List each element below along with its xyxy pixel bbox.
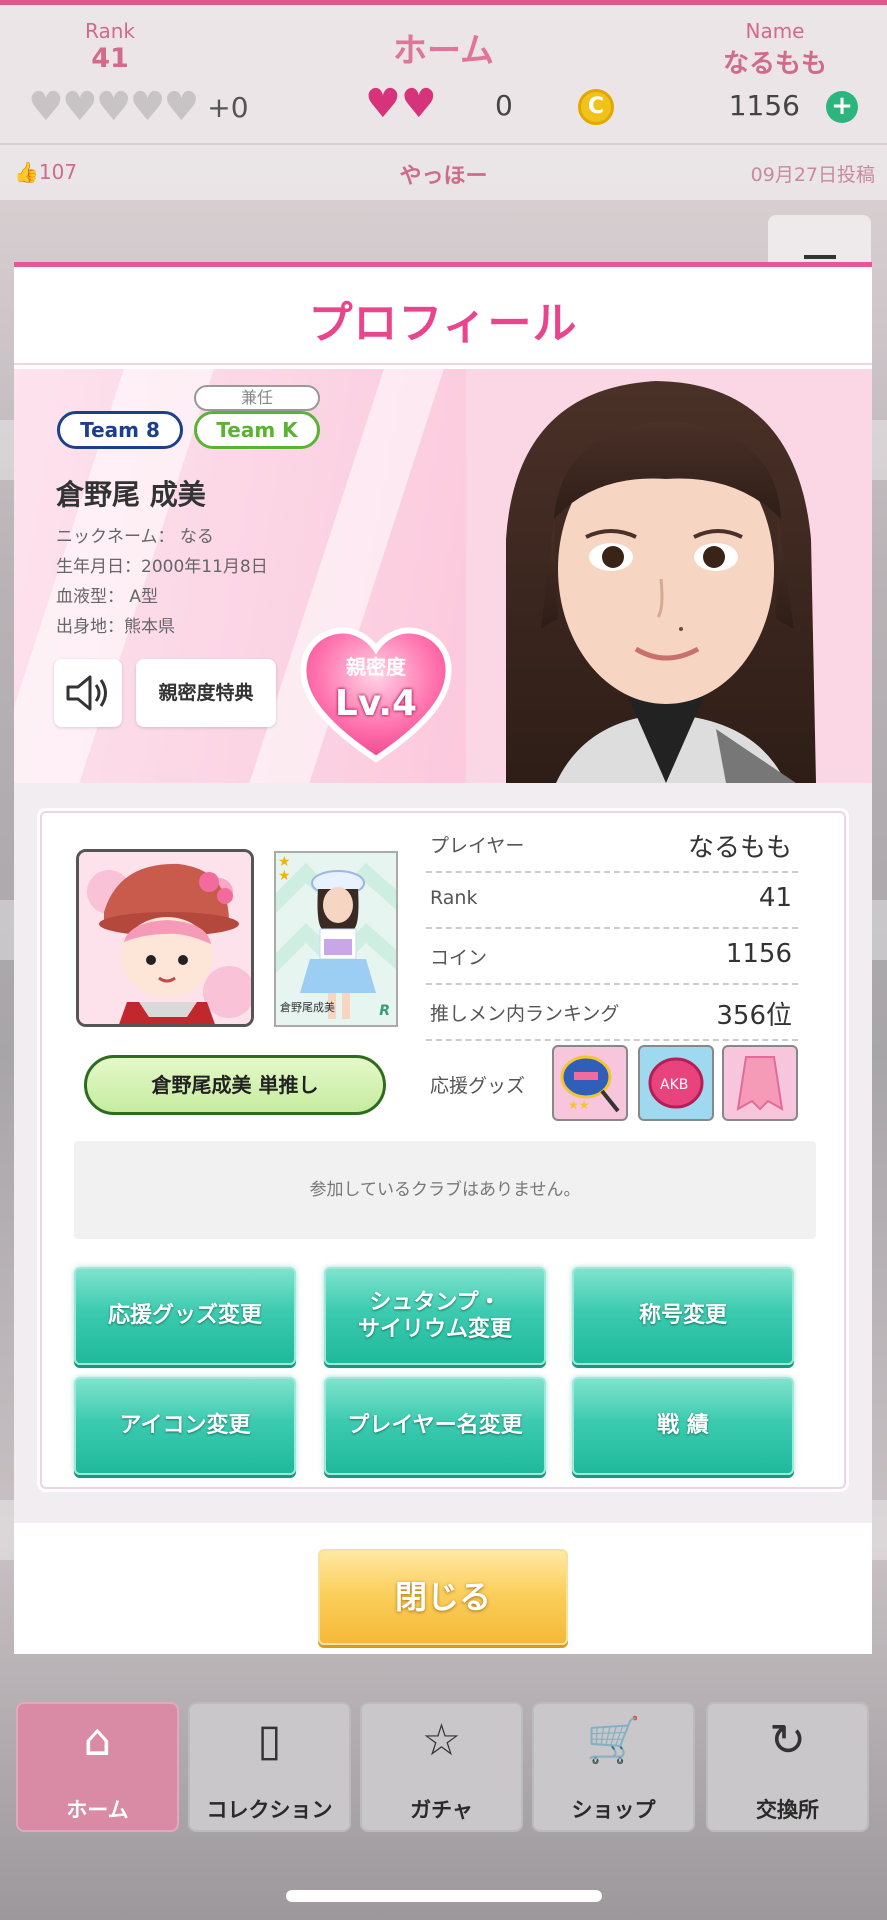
heart-stamina: ♥ ♥ ♥ ♥ ♥ +0 [28, 87, 249, 127]
support-goods-label: 応援グッズ [430, 1075, 526, 1097]
badge-icon: AKB [648, 1057, 704, 1109]
member-birthplace: 出身地：熊本県 [56, 617, 175, 637]
love-count: 0 [495, 89, 513, 122]
change-goods-button[interactable]: 応援グッズ変更 [74, 1267, 296, 1365]
nav-label: ショップ [571, 1798, 656, 1822]
cart-icon: 🛒 [586, 1715, 641, 1766]
team-badge-concurrent: Team K [194, 411, 320, 449]
nav-label: コレクション [206, 1798, 333, 1822]
change-player-name-button[interactable]: プレイヤー名変更 [324, 1377, 546, 1475]
support-goods-uchiwa: ★★ [552, 1045, 628, 1121]
title-divider [14, 363, 872, 365]
intimacy-level: Lv.4 [334, 683, 418, 724]
towel-icon [736, 1056, 784, 1111]
stat-row-oshi-ranking: 推しメン内ランキング 356位 [426, 987, 798, 1041]
notebook-icon: ▯ [257, 1715, 282, 1766]
player-section: ★ ★ 倉野尾成美 R 倉野尾成美 単推し プレイヤー なるもも Rank 41 … [14, 783, 872, 1523]
uchiwa-icon: ★★ [560, 1055, 620, 1113]
svg-text:AKB: AKB [660, 1077, 688, 1093]
nav-shop[interactable]: 🛒 ショップ [532, 1702, 695, 1832]
name-display: Name なるもも [700, 19, 850, 80]
name-value: なるもも [722, 49, 827, 79]
support-goods-badge: AKB [638, 1045, 714, 1121]
battle-record-button[interactable]: 戦 績 [572, 1377, 794, 1475]
stat-value: なるもも [687, 833, 792, 863]
bottom-nav: ⌂ ホーム ▯ コレクション ☆ ガチャ 🛒 ショップ ↻ 交換所 [0, 1690, 887, 1850]
speaker-icon [66, 675, 107, 711]
heart-icon: ♥ [129, 84, 166, 130]
team-badge-main: Team 8 [57, 411, 183, 449]
intimacy-level-badge: 親密度 Lv.4 [296, 619, 456, 769]
stat-key: Rank [430, 887, 478, 909]
member-blood-type: 血液型： A型 [56, 587, 159, 607]
name-label: Name [745, 19, 805, 43]
star-card-icon: ☆ [421, 1715, 462, 1766]
home-indicator[interactable] [286, 1890, 602, 1902]
close-button[interactable]: 閉じる [318, 1549, 568, 1645]
stat-key: プレイヤー [430, 835, 525, 857]
exchange-icon: ↻ [769, 1715, 806, 1766]
oshi-member-card[interactable]: ★ ★ 倉野尾成美 R [274, 851, 398, 1027]
nav-exchange[interactable]: ↻ 交換所 [706, 1702, 869, 1832]
change-title-button[interactable]: 称号変更 [572, 1267, 794, 1365]
profile-modal: プロフィール 兼任 Team 8 Team K 倉野尾 成美 ニックネーム： な… [14, 262, 872, 1654]
oshi-title-button[interactable]: 倉野尾成美 単推し [84, 1055, 386, 1115]
heart-icon: ♥ [61, 84, 98, 130]
nav-home[interactable]: ⌂ ホーム [16, 1702, 179, 1832]
voice-button[interactable] [54, 659, 122, 727]
stat-row-player: プレイヤー なるもも [426, 819, 798, 873]
heart-icon: ♥ [163, 84, 200, 130]
card-rarity: R [379, 1003, 390, 1019]
stat-value: 41 [758, 883, 792, 913]
player-avatar[interactable] [76, 849, 254, 1027]
player-panel: ★ ★ 倉野尾成美 R 倉野尾成美 単推し プレイヤー なるもも Rank 41 … [40, 811, 846, 1489]
support-goods-towel [722, 1045, 798, 1121]
heart-icon: ♥ [28, 84, 64, 130]
concurrent-label: 兼任 [194, 385, 320, 411]
add-coin-button[interactable]: + [826, 91, 858, 123]
stat-row-coin: コイン 1156 [426, 931, 798, 985]
stat-key: コイン [430, 947, 488, 969]
header-divider [0, 143, 887, 145]
heart-icon: ♥ [95, 84, 132, 130]
club-status: 参加しているクラブはありません。 [74, 1141, 816, 1239]
stat-value: 1156 [725, 939, 792, 969]
nav-gacha[interactable]: ☆ ガチャ [360, 1702, 523, 1832]
intimacy-label: 親密度 [346, 655, 406, 679]
home-icon: ⌂ [83, 1715, 112, 1766]
member-birthday: 生年月日：2000年11月8日 [56, 557, 268, 577]
stat-row-rank: Rank 41 [426, 875, 798, 929]
home-header: Rank 41 ホーム Name なるもも ♥ ♥ ♥ ♥ ♥ +0 ♥♥ 0 … [0, 0, 887, 200]
intimacy-perk-button[interactable]: 親密度特典 [136, 659, 276, 727]
modal-title: プロフィール [308, 298, 578, 349]
heart-plus-count: +0 [207, 90, 249, 124]
member-name: 倉野尾 成美 [56, 478, 206, 511]
nav-label: 交換所 [756, 1798, 819, 1822]
love-hearts-icon: ♥♥ [365, 81, 437, 127]
member-photo [466, 369, 872, 783]
rarity-stars: ★ ★ [278, 854, 291, 884]
nav-label: ガチャ [410, 1798, 473, 1822]
change-stamp-button[interactable]: シュタンプ・ サイリウム変更 [324, 1267, 546, 1365]
stat-key: 推しメン内ランキング [430, 1003, 620, 1025]
minus-icon [804, 255, 836, 259]
change-icon-button[interactable]: アイコン変更 [74, 1377, 296, 1475]
stat-value: 356位 [716, 1001, 792, 1031]
post-date: 09月27日投稿 [750, 164, 875, 186]
svg-text:★★: ★★ [568, 1098, 590, 1112]
coin-icon: C [578, 89, 614, 125]
member-nickname: ニックネーム： なる [56, 527, 214, 547]
nav-collection[interactable]: ▯ コレクション [188, 1702, 351, 1832]
card-caption: 倉野尾成美 [280, 1001, 335, 1014]
member-profile: 兼任 Team 8 Team K 倉野尾 成美 ニックネーム： なる 生年月日：… [14, 369, 872, 783]
nav-label: ホーム [66, 1798, 129, 1822]
coin-count: 1156 [728, 89, 800, 122]
